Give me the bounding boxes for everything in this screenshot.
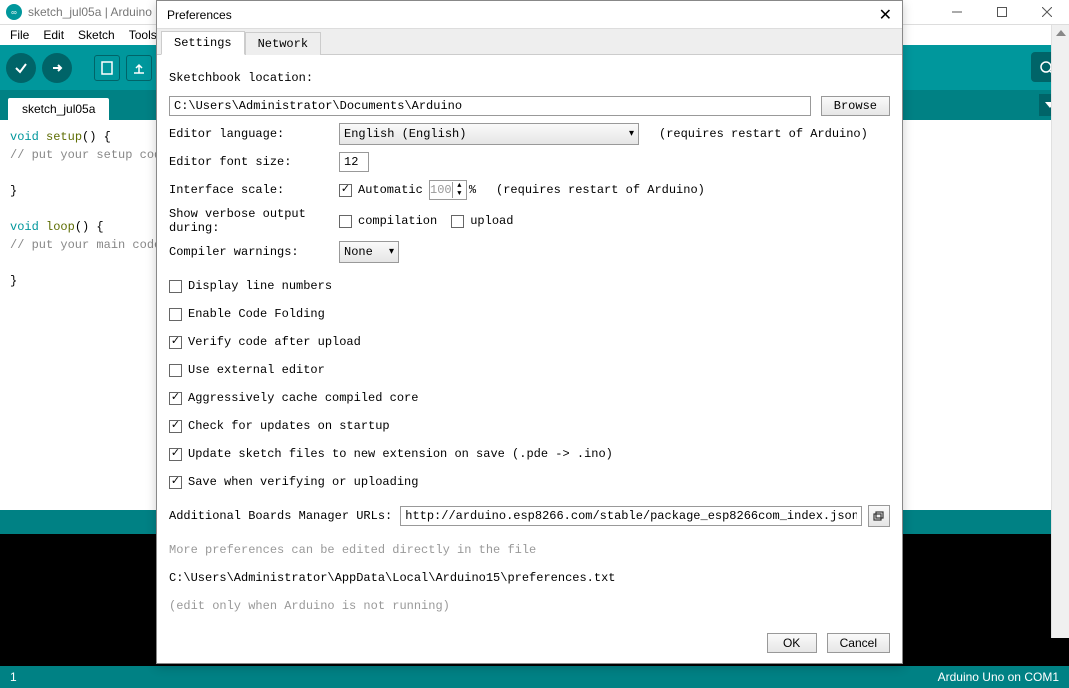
folding-checkbox[interactable]	[169, 308, 182, 321]
close-button[interactable]	[1024, 0, 1069, 25]
preferences-dialog: Preferences ✕ Settings Network Sketchboo…	[156, 0, 903, 664]
menu-file[interactable]: File	[4, 26, 35, 44]
linenumbers-label: Display line numbers	[188, 279, 332, 293]
restart-note-2: (requires restart of Arduino)	[496, 183, 705, 197]
tab-network[interactable]: Network	[245, 32, 321, 55]
chevron-down-icon: ▾	[389, 246, 394, 258]
fontsize-input[interactable]	[339, 152, 369, 172]
statusbar: 1 Arduino Uno on COM1	[0, 666, 1069, 688]
compilation-label: compilation	[358, 214, 437, 228]
compilation-checkbox[interactable]	[339, 215, 352, 228]
updates-label: Check for updates on startup	[188, 419, 390, 433]
verbose-label: Show verbose output during:	[169, 207, 339, 235]
upload-label: upload	[470, 214, 513, 228]
vertical-scrollbar[interactable]	[1051, 25, 1069, 638]
browse-button[interactable]: Browse	[821, 96, 890, 116]
warnings-select[interactable]: None▾	[339, 241, 399, 263]
fontsize-label: Editor font size:	[169, 155, 339, 169]
more-prefs-note-1: More preferences can be edited directly …	[169, 539, 890, 561]
sketch-tab[interactable]: sketch_jul05a	[8, 98, 109, 120]
open-button[interactable]	[126, 55, 152, 81]
urls-label: Additional Boards Manager URLs:	[169, 509, 392, 523]
warnings-label: Compiler warnings:	[169, 245, 339, 259]
percent-label: %	[469, 183, 476, 197]
language-select[interactable]: English (English)▾	[339, 123, 639, 145]
restart-note-1: (requires restart of Arduino)	[659, 127, 868, 141]
status-line: 1	[10, 670, 17, 684]
external-checkbox[interactable]	[169, 364, 182, 377]
urls-input[interactable]	[400, 506, 862, 526]
menu-edit[interactable]: Edit	[37, 26, 70, 44]
chevron-down-icon: ▾	[629, 128, 634, 140]
dialog-title: Preferences	[167, 8, 232, 22]
urls-expand-button[interactable]	[868, 505, 890, 527]
arduino-logo-icon: ∞	[6, 4, 22, 20]
verify-button[interactable]	[6, 53, 36, 83]
upload-checkbox[interactable]	[451, 215, 464, 228]
new-button[interactable]	[94, 55, 120, 81]
prefs-file-path[interactable]: C:\Users\Administrator\AppData\Local\Ard…	[169, 567, 890, 589]
verify-label: Verify code after upload	[188, 335, 361, 349]
external-label: Use external editor	[188, 363, 325, 377]
cancel-button[interactable]: Cancel	[827, 633, 890, 653]
maximize-button[interactable]	[979, 0, 1024, 25]
scale-label: Interface scale:	[169, 183, 339, 197]
saveverify-label: Save when verifying or uploading	[188, 475, 418, 489]
more-prefs-note-2: (edit only when Arduino is not running)	[169, 595, 890, 617]
upload-button[interactable]	[42, 53, 72, 83]
dialog-body: Sketchbook location: Browse Editor langu…	[157, 55, 902, 623]
folding-label: Enable Code Folding	[188, 307, 325, 321]
dialog-footer: OK Cancel	[157, 623, 902, 663]
automatic-label: Automatic	[358, 183, 423, 197]
menu-sketch[interactable]: Sketch	[72, 26, 121, 44]
automatic-checkbox[interactable]	[339, 184, 352, 197]
spinner-up-icon[interactable]: ▲	[453, 182, 466, 190]
dialog-titlebar: Preferences ✕	[157, 1, 902, 29]
tab-settings[interactable]: Settings	[161, 31, 245, 55]
linenumbers-checkbox[interactable]	[169, 280, 182, 293]
spinner-down-icon[interactable]: ▼	[453, 190, 466, 198]
cache-label: Aggressively cache compiled core	[188, 391, 418, 405]
updates-checkbox[interactable]	[169, 420, 182, 433]
cache-checkbox[interactable]	[169, 392, 182, 405]
sketchbook-path-input[interactable]	[169, 96, 811, 116]
ok-button[interactable]: OK	[767, 633, 817, 653]
extension-checkbox[interactable]	[169, 448, 182, 461]
language-label: Editor language:	[169, 127, 339, 141]
dialog-close-button[interactable]: ✕	[879, 5, 892, 25]
minimize-button[interactable]	[934, 0, 979, 25]
status-board: Arduino Uno on COM1	[938, 670, 1059, 684]
sketchbook-label: Sketchbook location:	[169, 71, 313, 85]
saveverify-checkbox[interactable]	[169, 476, 182, 489]
extension-label: Update sketch files to new extension on …	[188, 447, 613, 461]
main-title: sketch_jul05a | Arduino	[28, 5, 152, 19]
verify-checkbox[interactable]	[169, 336, 182, 349]
scale-spinner[interactable]: 100 ▲▼	[429, 180, 467, 200]
dialog-tabs: Settings Network	[157, 29, 902, 55]
